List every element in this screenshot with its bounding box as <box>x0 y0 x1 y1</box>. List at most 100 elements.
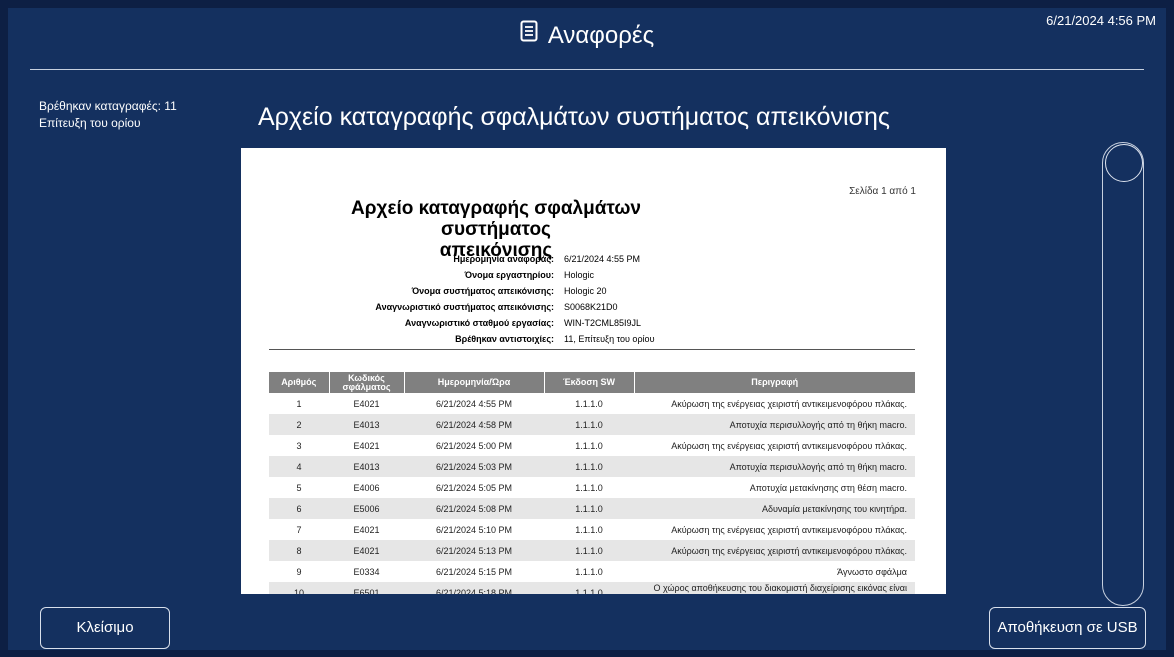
close-button[interactable]: Κλείσιμο <box>40 607 170 649</box>
cell-number: 2 <box>269 414 329 435</box>
cell-number: 8 <box>269 540 329 561</box>
limit-reached-text: Επίτευξη του ορίου <box>39 116 141 130</box>
meta-value: 6/21/2024 4:55 PM <box>564 254 641 264</box>
table-row: 10 E6501 6/21/2024 5:18 PM 1.1.1.0 Ο χώρ… <box>269 582 915 594</box>
error-log-table: Αριθμός Κωδικός σφάλματος Ημερομηνία/Ώρα… <box>269 372 915 594</box>
cell-number: 3 <box>296 440 302 451</box>
table-row: 1 E4021 6/21/2024 4:55 PM 1.1.1.0 Ακύρωσ… <box>269 393 915 414</box>
cell-error-code: E0334 <box>353 566 380 577</box>
table-row: 5 E4006 6/21/2024 5:05 PM 1.1.1.0 Αποτυχ… <box>269 477 915 498</box>
cell-datetime: 6/21/2024 5:03 PM <box>404 456 544 477</box>
save-to-usb-button[interactable]: Αποθήκευση σε USB <box>989 607 1146 649</box>
page-title: Αναφορές <box>8 20 1166 51</box>
cell-datetime: 6/21/2024 5:18 PM <box>404 582 544 594</box>
cell-number: 1 <box>296 398 302 409</box>
cell-datetime: 6/21/2024 5:10 PM <box>435 524 513 535</box>
table-row: 8 E4021 6/21/2024 5:13 PM 1.1.1.0 Ακύρωσ… <box>269 540 915 561</box>
cell-error-code: E4013 <box>329 414 404 435</box>
table-row: 2 E4013 6/21/2024 4:58 PM 1.1.1.0 Αποτυχ… <box>269 414 915 435</box>
report-preview[interactable]: Σελίδα 1 από 1 Αρχείο καταγραφής σφαλμάτ… <box>241 148 946 594</box>
cell-sw-version: 1.1.1.0 <box>544 582 634 594</box>
reports-screen: Αναφορές 6/21/2024 4:56 PM Βρέθηκαν κατα… <box>8 8 1166 650</box>
cell-number: 9 <box>296 566 302 577</box>
cell-datetime: 6/21/2024 4:58 PM <box>404 414 544 435</box>
cell-description: Άγνωστο σφάλμα <box>837 566 907 577</box>
meta-value: WIN-T2CML85I9JL <box>564 318 642 328</box>
cell-description: Ο χώρος αποθήκευσης του διακομιστή διαχε… <box>634 582 915 594</box>
cell-number: 6 <box>269 498 329 519</box>
cell-sw-version: 1.1.1.0 <box>544 498 634 519</box>
header-divider <box>30 69 1144 70</box>
cell-sw-version: 1.1.1.0 <box>575 440 603 451</box>
meta-row: Όνομα συστήματος απεικόνισης: Hologic 20 <box>341 283 841 299</box>
records-found-count: Βρέθηκαν καταγραφές: 11 <box>39 99 177 113</box>
column-header-description: Περιγραφή <box>634 372 915 393</box>
cell-sw-version: 1.1.1.0 <box>575 398 603 409</box>
page-title-text: Αναφορές <box>547 22 655 49</box>
cell-description: Ακύρωση της ενέργειας χειριστή αντικειμε… <box>671 440 907 451</box>
cell-description: Αποτυχία μετακίνησης στη θέση macro. <box>749 482 907 493</box>
cell-datetime: 6/21/2024 4:55 PM <box>435 398 513 409</box>
cell-error-code: E5006 <box>329 498 404 519</box>
document-title-line1: Αρχείο καταγραφής σφαλμάτων συστήματος <box>351 198 641 240</box>
cell-description: Ακύρωση της ενέργειας χειριστή αντικειμε… <box>671 524 907 535</box>
table-row: 9 E0334 6/21/2024 5:15 PM 1.1.1.0 Άγνωστ… <box>269 561 915 582</box>
meta-label: Όνομα συστήματος απεικόνισης: <box>411 286 554 296</box>
meta-row: Όνομα εργαστηρίου: Hologic <box>341 267 841 283</box>
meta-label: Ημερομηνία αναφοράς: <box>453 254 554 264</box>
cell-description: Αποτυχία περισυλλογής από τη θήκη macro. <box>634 456 915 477</box>
column-header-error-code: Κωδικός σφάλματος <box>329 372 405 393</box>
cell-error-code: E4021 <box>329 540 404 561</box>
scrollbar-thumb[interactable] <box>1105 144 1143 182</box>
records-status: Βρέθηκαν καταγραφές: 11 Επίτευξη του ορί… <box>39 98 177 132</box>
meta-value: Hologic 20 <box>564 286 607 296</box>
cell-description: Αποτυχία περισυλλογής από τη θήκη macro. <box>634 414 915 435</box>
column-header-datetime: Ημερομηνία/Ώρα <box>404 372 545 393</box>
cell-datetime: 6/21/2024 5:13 PM <box>404 540 544 561</box>
cell-sw-version: 1.1.1.0 <box>544 540 634 561</box>
meta-label: Αναγνωριστικό συστήματος απεικόνισης: <box>375 302 554 312</box>
cell-error-code: E4021 <box>353 398 380 409</box>
meta-row: Αναγνωριστικό σταθμού εργασίας: WIN-T2CML… <box>341 315 841 331</box>
meta-value: Hologic <box>564 270 595 280</box>
table-row: 7 E4021 6/21/2024 5:10 PM 1.1.1.0 Ακύρωσ… <box>269 519 915 540</box>
cell-error-code: E4021 <box>353 440 380 451</box>
metadata-divider <box>269 349 915 350</box>
cell-sw-version: 1.1.1.0 <box>544 414 634 435</box>
table-row: 4 E4013 6/21/2024 5:03 PM 1.1.1.0 Αποτυχ… <box>269 456 915 477</box>
cell-error-code: E4013 <box>329 456 404 477</box>
meta-value: 11, Επίτευξη του ορίου <box>564 334 655 344</box>
report-metadata: Ημερομηνία αναφοράς: 6/21/2024 4:55 PM Όν… <box>341 251 841 347</box>
title-bar: Αναφορές 6/21/2024 4:56 PM <box>8 8 1166 68</box>
document-icon <box>520 20 538 50</box>
report-heading: Αρχείο καταγραφής σφαλμάτων συστήματος α… <box>258 103 890 131</box>
meta-label: Όνομα εργαστηρίου: <box>464 270 554 280</box>
cell-description: Ακύρωση της ενέργειας χειριστή αντικειμε… <box>634 540 915 561</box>
cell-error-code: E4006 <box>353 482 380 493</box>
cell-datetime: 6/21/2024 5:05 PM <box>435 482 513 493</box>
cell-number: 10 <box>269 582 329 594</box>
meta-label: Αναγνωριστικό σταθμού εργασίας: <box>404 318 554 328</box>
cell-datetime: 6/21/2024 5:08 PM <box>404 498 544 519</box>
cell-description: Ακύρωση της ενέργειας χειριστή αντικειμε… <box>671 398 907 409</box>
cell-sw-version: 1.1.1.0 <box>575 566 603 577</box>
cell-number: 4 <box>269 456 329 477</box>
cell-number: 7 <box>296 524 302 535</box>
table-header-row: Αριθμός Κωδικός σφάλματος Ημερομηνία/Ώρα… <box>269 372 915 393</box>
column-header-sw-version: Έκδοση SW <box>544 372 635 393</box>
cell-description: Αδυναμία μετακίνησης του κινητήρα. <box>634 498 915 519</box>
cell-datetime: 6/21/2024 5:00 PM <box>435 440 513 451</box>
column-header-number: Αριθμός <box>269 372 330 393</box>
scrollbar-track[interactable] <box>1102 142 1144 606</box>
meta-row: Βρέθηκαν αντιστοιχίες: 11, Επίτευξη του ο… <box>341 331 841 347</box>
cell-error-code: E6501 <box>329 582 404 594</box>
cell-number: 5 <box>296 482 302 493</box>
meta-value: S0068K21D0 <box>564 302 618 312</box>
table-row: 6 E5006 6/21/2024 5:08 PM 1.1.1.0 Αδυναμ… <box>269 498 915 519</box>
cell-sw-version: 1.1.1.0 <box>575 482 603 493</box>
meta-row: Ημερομηνία αναφοράς: 6/21/2024 4:55 PM <box>341 251 841 267</box>
cell-datetime: 6/21/2024 5:15 PM <box>435 566 513 577</box>
table-row: 3 E4021 6/21/2024 5:00 PM 1.1.1.0 Ακύρωσ… <box>269 435 915 456</box>
cell-sw-version: 1.1.1.0 <box>575 524 603 535</box>
clock: 6/21/2024 4:56 PM <box>1046 13 1156 28</box>
